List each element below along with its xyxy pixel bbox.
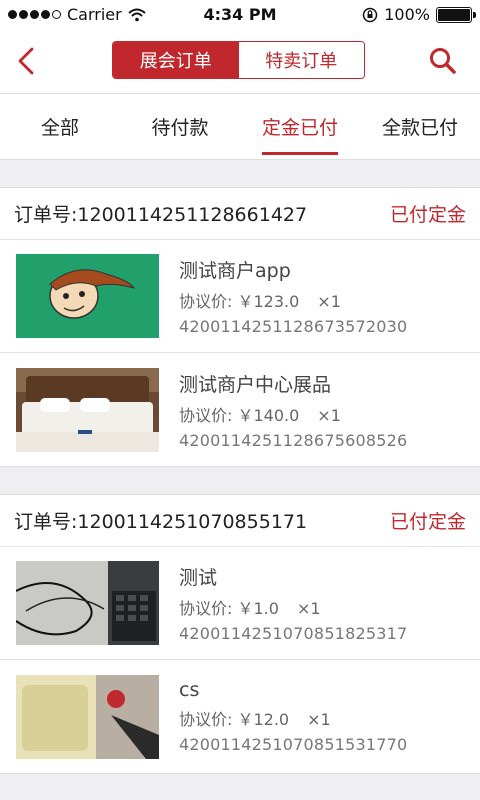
product-name: cs [179,679,200,701]
order-card[interactable]: 订单号:1200114251128661427 已付定金 测试商户app 协议价… [0,187,480,467]
order-status: 已付定金 [389,204,466,226]
tab-all[interactable]: 全部 [0,94,120,159]
price-value: 协议价: ￥123.0 [179,292,300,311]
product-price: 协议价: ￥123.0 ×1 [179,288,407,312]
order-status: 已付定金 [389,511,466,533]
product-name: 测试 [179,567,218,589]
back-icon[interactable] [12,44,42,78]
order-type-segment: 展会订单 特卖订单 [112,41,365,79]
tab-full-paid[interactable]: 全款已付 [360,94,480,159]
order-number: 订单号:1200114251128661427 [14,204,308,226]
product-thumbnail [16,254,159,338]
filter-tabs: 全部 待付款 定金已付 全款已付 [0,94,480,160]
order-header: 订单号:1200114251070855171 已付定金 [0,495,480,547]
tab-deposit-paid[interactable]: 定金已付 [240,94,360,159]
battery-icon [436,6,476,23]
product-sku: 4200114251128675608526 [179,430,408,450]
product-name: 测试商户中心展品 [179,373,332,396]
product-thumbnail [16,367,159,452]
product-sku: 4200114251070851825317 [179,624,408,643]
price-value: 协议价: ￥140.0 [179,405,300,425]
product-name: 测试商户app [179,260,291,282]
product-sku: 4200114251128673572030 [179,317,408,336]
segment-exhibition-orders[interactable]: 展会订单 [113,42,239,78]
product-price: 协议价: ￥1.0 ×1 [179,595,407,619]
product-qty: ×1 [307,710,331,729]
price-value: 协议价: ￥12.0 [179,710,290,729]
segment-sale-orders[interactable]: 特卖订单 [238,42,364,78]
product-price: 协议价: ￥140.0 ×1 [179,402,407,426]
order-item[interactable]: 测试 协议价: ￥1.0 ×1 4200114251070851825317 [0,547,480,660]
order-card[interactable]: 订单号:1200114251070855171 已付定金 测试 协议价: ￥1.… [0,494,480,774]
product-thumbnail [16,674,159,759]
product-price: 协议价: ￥12.0 ×1 [179,706,407,730]
product-qty: ×1 [296,599,321,618]
product-thumbnail [16,561,159,645]
order-item[interactable]: 测试商户中心展品 协议价: ￥140.0 ×1 42001142511286756… [0,353,480,466]
product-qty: ×1 [317,292,341,311]
order-header: 订单号:1200114251128661427 已付定金 [0,188,480,240]
battery-label: 100% [384,5,430,24]
battery-area: 100% [362,5,476,24]
status-bar: Carrier 4:34 PM 100% [0,0,480,30]
product-qty: ×1 [317,405,341,425]
search-icon[interactable] [428,46,458,76]
nav-bar: 展会订单 特卖订单 [0,30,480,94]
tab-pending-payment[interactable]: 待付款 [120,94,240,159]
order-item[interactable]: 测试商户app 协议价: ￥123.0 ×1 420011425112867357… [0,240,480,353]
orientation-lock-icon [363,7,378,22]
product-sku: 4200114251070851531770 [179,735,408,754]
price-value: 协议价: ￥1.0 [179,599,279,618]
order-number: 订单号:1200114251070855171 [14,511,308,533]
order-item[interactable]: cs 协议价: ￥12.0 ×1 4200114251070851531770 [0,660,480,773]
